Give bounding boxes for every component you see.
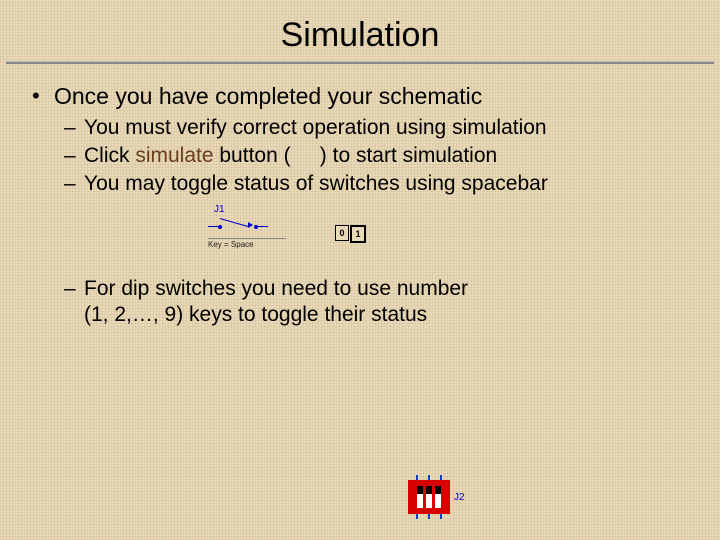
switch-figure: J1 Key = Space	[208, 204, 286, 251]
slide-body: Once you have completed your schematic Y…	[0, 64, 720, 329]
bullet-text: button (	[214, 144, 291, 167]
bullet-text: ) to start simulation	[320, 144, 497, 167]
bullet-level2: Click simulate button ( ) to start simul…	[28, 143, 692, 169]
dip-switch-label: J2	[454, 492, 465, 503]
dip-switch-figure: J2	[408, 480, 465, 514]
bullet-text: You may toggle status of switches using …	[84, 172, 548, 195]
bullet-level2: For dip switches you need to use number …	[28, 276, 692, 329]
bullet-text: You must verify correct operation using …	[84, 116, 547, 139]
bullet-level1: Once you have completed your schematic	[28, 82, 692, 111]
dip-switch-icon	[408, 480, 450, 514]
switch-schematic-icon	[208, 216, 286, 238]
sim-icon-one: 1	[350, 225, 366, 243]
simulate-toggle-icon: 0 1	[335, 225, 366, 243]
slide: Simulation Once you have completed your …	[0, 0, 720, 540]
bullet-level2: You may toggle status of switches using …	[28, 171, 692, 197]
bullet-text: Once you have completed your schematic	[54, 83, 482, 109]
bullet-text: Click	[84, 144, 135, 167]
sim-icon-zero: 0	[335, 225, 349, 241]
bullet-text: For dip switches you need to use number	[84, 277, 468, 300]
bullet-level2: You must verify correct operation using …	[28, 115, 692, 141]
bullet-text: (1, 2,…, 9) keys to toggle their status	[84, 303, 427, 326]
keyword-simulate: simulate	[135, 144, 213, 167]
switch-label: J1	[214, 204, 286, 217]
slide-title: Simulation	[0, 0, 720, 61]
switch-caption: Key = Space	[208, 238, 286, 250]
